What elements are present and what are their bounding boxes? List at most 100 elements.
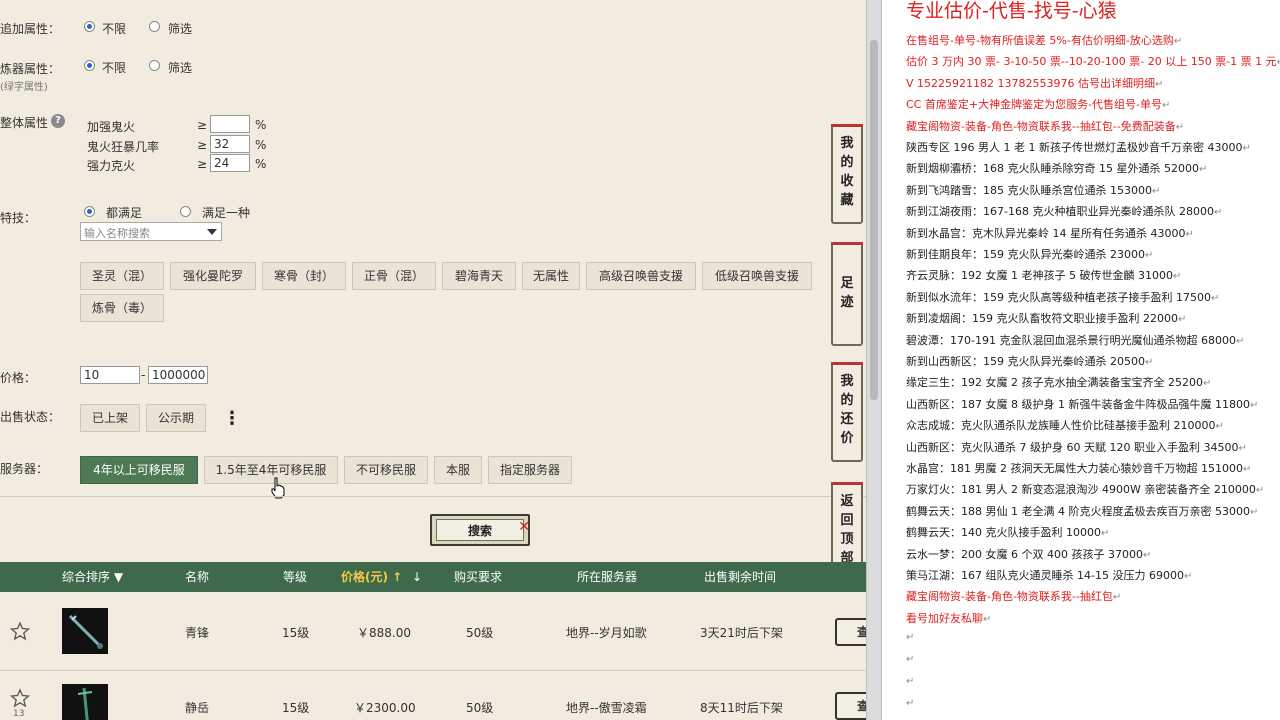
item-name[interactable]: 青锋 xyxy=(185,624,209,641)
paragraph-mark: ↵ xyxy=(1172,271,1182,283)
search-button[interactable]: 搜索 ✕ xyxy=(430,514,530,546)
skill-tag[interactable]: 寒骨（封） xyxy=(262,262,346,290)
ghost-fire-boost-input[interactable] xyxy=(210,115,250,133)
note-line-text: 山西新区：187 女魔 8 级护身 1 新强牛装备金牛阵极品强牛魔 11800 xyxy=(906,397,1250,411)
skills-label: 特技： xyxy=(0,211,37,225)
star-outline-icon[interactable] xyxy=(10,688,30,708)
status-listed-button[interactable]: 已上架 xyxy=(80,404,140,432)
overall-row-unit: % xyxy=(255,118,267,132)
search-button-label: 搜索 xyxy=(436,519,524,541)
skill-tag[interactable]: 强化曼陀罗 xyxy=(170,262,256,290)
sort-price-asc[interactable]: 价格(元) ↑ xyxy=(341,562,402,592)
weapon-image xyxy=(77,687,93,720)
note-line-text: 鹤舞云天：188 男仙 1 老全满 4 阶克火程度孟极去疾百万亲密 53000 xyxy=(906,504,1250,518)
note-line: V 15225921182 13782553976 估号出详细明细↵ xyxy=(906,75,1163,91)
price-min-input[interactable]: 10 xyxy=(80,366,140,384)
sort-comprehensive[interactable]: 综合排序 ▼ xyxy=(62,562,123,592)
skills-all-radio[interactable] xyxy=(84,206,95,217)
paragraph-mark: ↵ xyxy=(1242,143,1251,154)
paragraph-mark: ↵ xyxy=(1142,549,1152,561)
skill-tag[interactable]: 无属性 xyxy=(522,262,580,290)
view-button[interactable]: 查 xyxy=(835,692,866,720)
item-time-left: 3天21时后下架 xyxy=(700,626,783,640)
sort-price-desc[interactable]: ↓ xyxy=(412,562,422,592)
note-line-text: V 15225921182 13782553976 估号出详细明细 xyxy=(906,76,1155,90)
forge-attr-unlimited-radio[interactable] xyxy=(84,60,95,71)
skill-tag[interactable]: 正骨（混） xyxy=(352,262,436,290)
server-option-no-migrate[interactable]: 不可移民服 xyxy=(344,456,428,484)
note-line: 新到凌烟阁：159 克火队畜牧符文职业接手盈利 22000↵ xyxy=(906,310,1186,326)
note-line: 山西新区：克火队通杀 7 级护身 60 天赋 120 职业入手盈利 34500↵ xyxy=(906,439,1247,455)
note-line: 云水一梦：200 女魔 6 个双 400 孩孩子 37000↵ xyxy=(906,546,1151,562)
table-row[interactable]: 青锋 15级 ￥888.00 50级 地界--岁月如歌 3天21时后下架 查 xyxy=(0,592,866,671)
item-server: 地界--岁月如歌 xyxy=(566,626,647,640)
skill-search-select[interactable]: 输入名称搜索 xyxy=(80,222,222,241)
skill-tag[interactable]: 圣灵（混） xyxy=(80,262,164,290)
skills-one-radio[interactable] xyxy=(180,206,191,217)
skill-tag[interactable]: 高级召唤兽支援 xyxy=(586,262,696,290)
item-level: 15级 xyxy=(282,626,310,640)
note-line-text: 碧波潭：170-191 克金队混回血混杀景行明光魔仙通杀物超 68000 xyxy=(906,333,1236,347)
help-icon[interactable]: ? xyxy=(51,114,65,128)
item-name[interactable]: 静岳 xyxy=(185,699,209,716)
paragraph-mark: ↵ xyxy=(1255,485,1265,497)
note-line: 水晶宫：181 男魔 2 孩洞天无属性大力装心猿妙音千万物超 151000↵ xyxy=(906,460,1251,476)
status-public-button[interactable]: 公示期 xyxy=(146,404,206,432)
item-thumbnail[interactable] xyxy=(62,684,108,720)
server-option-local[interactable]: 本服 xyxy=(434,456,482,484)
view-button[interactable]: 查 xyxy=(835,618,866,646)
table-row[interactable]: 13 静岳 15级 ￥2300.00 50级 地界--傲雪凌霜 8天11时后下架… xyxy=(0,671,866,720)
paragraph-mark: ↵ xyxy=(1144,250,1154,261)
window-divider[interactable] xyxy=(866,0,882,720)
skill-tag[interactable]: 低级召唤兽支援 xyxy=(702,262,812,290)
note-line: 鹤舞云天：188 男仙 1 老全满 4 阶克火程度孟极去疾百万亲密 53000↵ xyxy=(906,503,1258,519)
scrollbar-thumb[interactable] xyxy=(870,40,878,400)
note-line-text: 藏宝阁物资-装备-角色-物资联系我--抽红包--免费配装备 xyxy=(906,119,1176,133)
more-options-icon[interactable]: ⋮ xyxy=(223,408,241,429)
paragraph-mark: ↵ xyxy=(1215,421,1224,433)
note-line-text: 策马江湖：167 组队克火通灵睡杀 14-15 没压力 69000 xyxy=(906,569,1184,582)
extra-attr-unlimited-radio[interactable] xyxy=(84,21,95,32)
paragraph-mark: ↵ xyxy=(1249,399,1259,411)
col-requirement: 购买要求 xyxy=(454,570,503,584)
paragraph-mark: ↵ xyxy=(1277,57,1280,68)
overall-row-op: ≥ xyxy=(197,138,208,152)
col-name: 名称 xyxy=(185,570,210,584)
footprint-button[interactable]: 足迹 xyxy=(831,242,863,346)
overall-row-name: 强力克火 xyxy=(87,159,136,173)
paragraph-mark: ↵ xyxy=(1235,335,1245,347)
my-bargain-button[interactable]: 我的还价 xyxy=(831,362,863,462)
paragraph-mark: ↵ xyxy=(1177,314,1187,326)
favorite-count: 13 xyxy=(13,709,25,719)
note-line-text: 新到似水流年：159 克火队高等级种植老孩子接手盈利 17500 xyxy=(906,290,1211,304)
extra-attr-label: 追加属性： xyxy=(0,22,61,36)
note-line-text: 新到飞鸿踏雪：185 克火队睡杀宫位通杀 153000 xyxy=(906,183,1152,197)
note-line-text: 新到山西新区：159 克火队异光秦岭通杀 20500 xyxy=(906,355,1145,368)
col-time-left: 出售剩余时间 xyxy=(704,570,777,584)
strong-fire-resist-input[interactable]: 24 xyxy=(210,154,250,172)
paragraph-mark: ↵ xyxy=(1185,228,1194,240)
paragraph-mark: ↵ xyxy=(1100,528,1110,540)
item-thumbnail[interactable] xyxy=(62,608,108,654)
ghost-fire-rage-input[interactable]: 32 xyxy=(210,135,250,153)
skill-tag[interactable]: 碧海青天 xyxy=(442,262,516,290)
extra-attr-filter-radio[interactable] xyxy=(149,21,160,32)
star-outline-icon[interactable] xyxy=(10,621,30,641)
note-line-text: 新到佳期良年：159 克火队异光秦岭通杀 23000 xyxy=(906,248,1145,261)
server-option-4yr[interactable]: 4年以上可移民服 xyxy=(80,456,198,484)
note-line: 新到佳期良年：159 克火队异光秦岭通杀 23000↵ xyxy=(906,246,1153,262)
forge-attr-filter-radio[interactable] xyxy=(149,60,160,71)
paragraph-mark: ↵ xyxy=(1213,207,1223,219)
weapon-image xyxy=(68,614,103,649)
server-option-specific[interactable]: 指定服务器 xyxy=(488,456,572,484)
close-icon: ✕ xyxy=(518,519,530,535)
paragraph-mark: ↵ xyxy=(1173,36,1183,47)
forge-attr-unlimited-label: 不限 xyxy=(102,61,127,75)
note-line-text: 在售组号-单号-物有所值误差 5%-有估价明细-放心选购 xyxy=(906,34,1174,47)
my-favorites-label: 我的收藏 xyxy=(840,136,854,208)
paragraph-mark: ↵ xyxy=(1154,78,1164,90)
note-line-text: 看号加好友私聊 xyxy=(906,611,983,625)
my-favorites-button[interactable]: 我的收藏 xyxy=(831,124,863,224)
price-max-input[interactable]: 1000000 xyxy=(148,366,208,384)
skill-tag[interactable]: 炼骨（毒） xyxy=(80,294,164,322)
